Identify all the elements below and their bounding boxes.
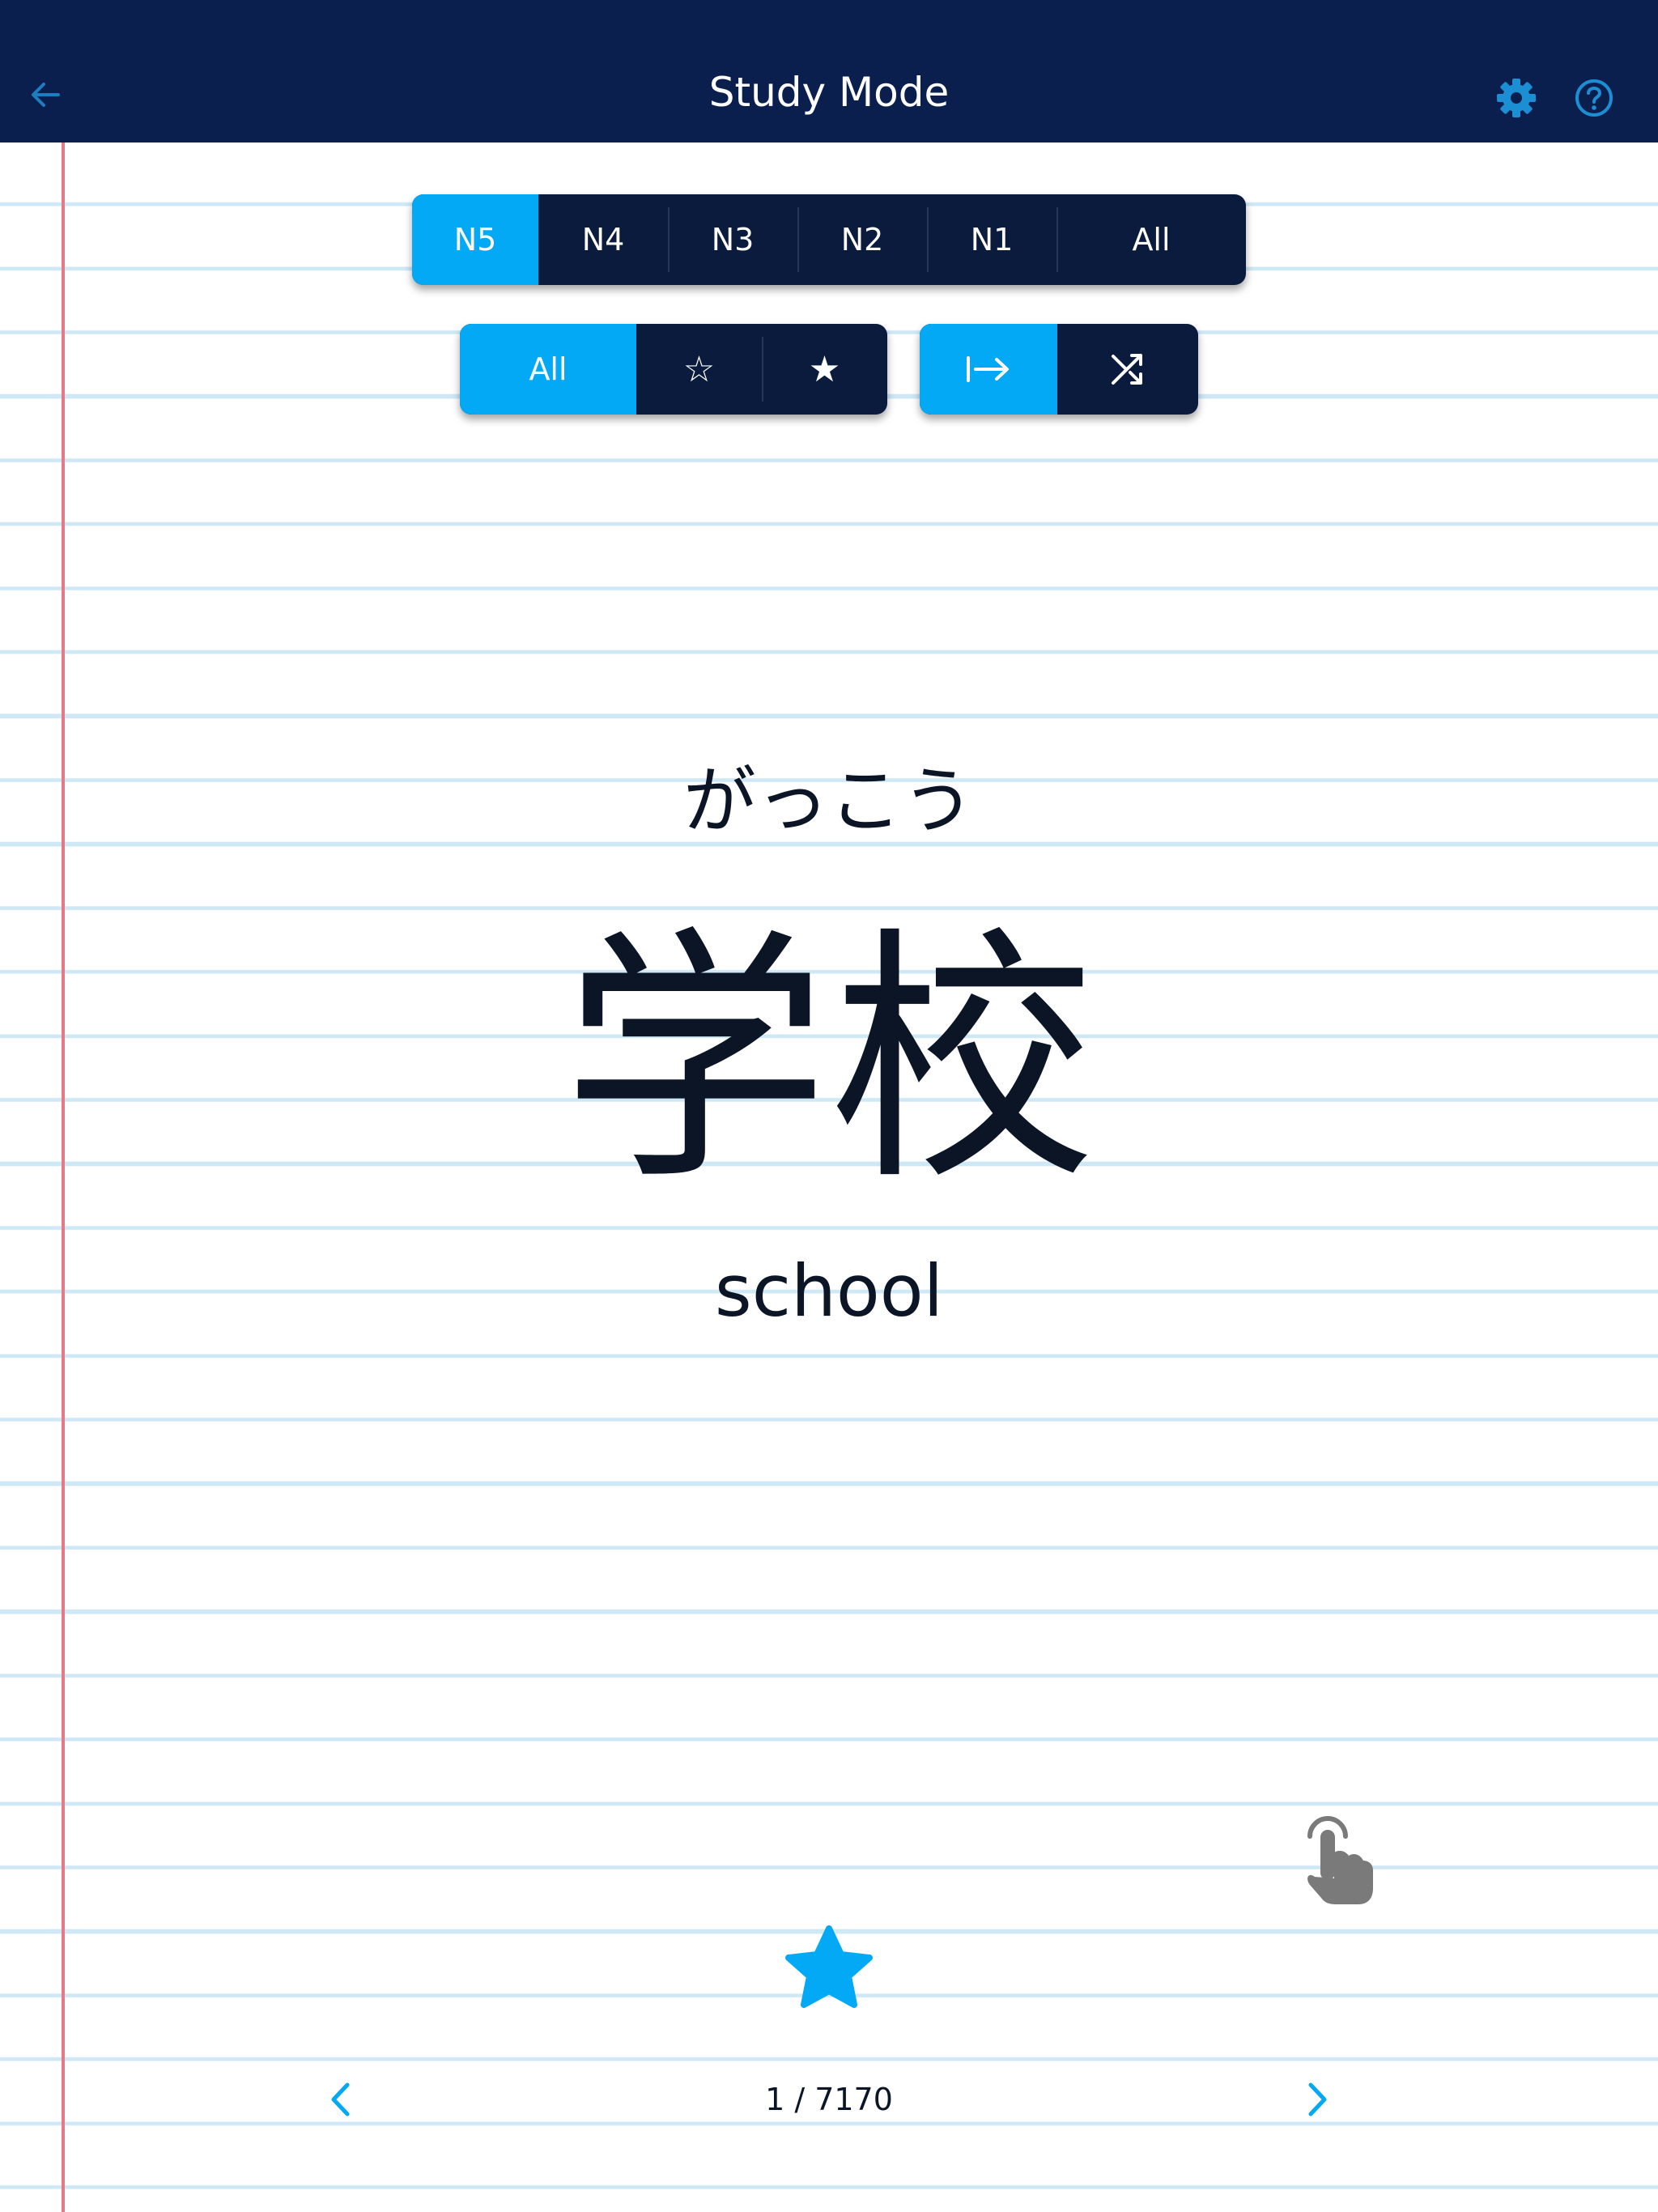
level-tab-n1[interactable]: N1 [927, 194, 1056, 285]
level-tab-n5[interactable]: N5 [412, 194, 538, 285]
top-bar: Study Mode [0, 0, 1658, 143]
favorite-filter-selector: All ☆ ★ [460, 324, 887, 415]
tap-hand-icon [1307, 1816, 1373, 1904]
tap-hint [1299, 1814, 1376, 1904]
sequential-order-tab[interactable] [920, 324, 1057, 415]
level-tab-n4[interactable]: N4 [538, 194, 668, 285]
card-counter: 1 / 7170 [765, 2082, 893, 2117]
kana-reading: がっこう [683, 759, 975, 844]
help-button[interactable] [1572, 76, 1616, 120]
help-icon [1575, 79, 1613, 117]
star-outline-icon: ☆ [682, 348, 716, 390]
level-tab-n2[interactable]: N2 [797, 194, 927, 285]
shuffle-icon [1112, 354, 1142, 385]
sequential-icon [967, 356, 1009, 382]
filter-unstarred-tab[interactable]: ☆ [636, 324, 762, 415]
page-title: Study Mode [708, 69, 950, 116]
settings-button[interactable] [1494, 76, 1538, 120]
filter-all-tab[interactable]: All [460, 324, 636, 415]
english-meaning: school [714, 1249, 944, 1333]
star-icon [785, 1925, 873, 2008]
card-order-selector [920, 324, 1198, 415]
star-solid-icon: ★ [808, 348, 841, 390]
level-tab-all[interactable]: All [1056, 194, 1246, 285]
filter-starred-tab[interactable]: ★ [762, 324, 887, 415]
chevron-right-icon [1308, 2082, 1327, 2116]
kanji-word[interactable]: 学校 [0, 915, 1658, 1206]
jlpt-level-selector: N5 N4 N3 N2 N1 All [412, 194, 1246, 285]
favorite-toggle[interactable] [782, 1925, 876, 2014]
shuffle-order-tab[interactable] [1057, 324, 1198, 415]
gear-icon [1497, 79, 1536, 117]
next-card-button[interactable] [1303, 2082, 1333, 2117]
level-tab-n3[interactable]: N3 [668, 194, 797, 285]
